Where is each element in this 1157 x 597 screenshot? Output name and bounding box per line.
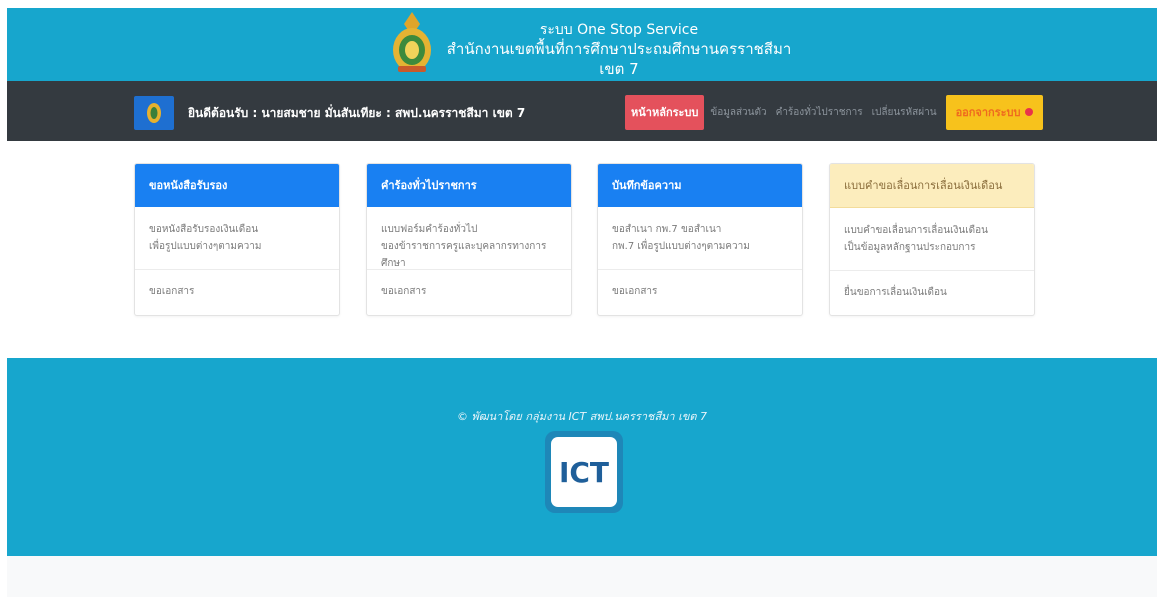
card-title: บันทึกข้อความ [598,164,802,207]
card-link[interactable]: ขอเอกสาร [367,270,571,313]
card-link[interactable]: ขอเอกสาร [598,270,802,313]
nav-link-profile[interactable]: ข้อมูลส่วนตัว [710,105,766,120]
logout-icon [1024,108,1033,116]
site-header: ระบบ One Stop Service สำนักงานเขตพื้นที่… [7,8,1157,81]
nav-link-general-request[interactable]: คำร้องทั่วไปราชการ [776,105,863,120]
card-certificate: ขอหนังสือรับรอง ขอหนังสือรับรองเงินเดือน… [134,163,340,316]
card-body-line: กพ.7 เพื่อรูปแบบต่างๆตามความ [612,241,750,252]
nav-links: หน้าหลักระบบ ข้อมูลส่วนตัว คำร้องทั่วไปร… [625,94,1043,130]
card-body-line: เพื่อรูปแบบต่างๆตามความ [149,241,262,252]
card-title: ขอหนังสือรับรอง [135,164,339,207]
card-body: แบบคำขอเลื่อนการเลื่อนเงินเดือน เป็นข้อม… [830,208,1034,271]
bottom-strip [7,556,1157,597]
card-salary-request: แบบคำขอเลื่อนการเลื่อนเงินเดือน แบบคำขอเ… [829,163,1035,316]
header-title-line1: ระบบ One Stop Service [539,22,699,38]
main-content: ขอหนังสือรับรอง ขอหนังสือรับรองเงินเดือน… [7,141,1157,358]
card-body-line: เป็นข้อมูลหลักฐานประกอบการ [844,242,976,253]
top-navbar: ยินดีต้อนรับ : นายสมชาย มั่นสันเทียะ : ส… [7,81,1157,141]
card-link[interactable]: ยื่นขอการเลื่อนเงินเดือน [830,271,1034,314]
site-footer: © พัฒนาโดย กลุ่มงาน ICT สพป.นครราชสีมา เ… [7,358,1157,556]
card-body-line: แบบฟอร์มคำร้องทั่วไป [381,224,478,235]
user-avatar [134,96,174,130]
card-body-line: ขอสำเนา กพ.7 ขอสำเนา [612,224,722,235]
footer-credit: © พัฒนาโดย กลุ่มงาน ICT สพป.นครราชสีมา เ… [456,410,708,423]
header-title: ระบบ One Stop Service สำนักงานเขตพื้นที่… [439,21,799,79]
welcome-text: ยินดีต้อนรับ : นายสมชาย มั่นสันเทียะ : ส… [188,106,526,120]
nav-home-button[interactable]: หน้าหลักระบบ [625,94,705,130]
card-title: แบบคำขอเลื่อนการเลื่อนเงินเดือน [830,164,1034,208]
card-body-line: แบบคำขอเลื่อนการเลื่อนเงินเดือน [844,225,988,236]
card-link[interactable]: ขอเอกสาร [135,270,339,313]
card-memo: บันทึกข้อความ ขอสำเนา กพ.7 ขอสำเนา กพ.7 … [597,163,803,316]
header-title-line2: สำนักงานเขตพื้นที่การศึกษาประถมศึกษานครร… [446,40,792,78]
card-body: ขอหนังสือรับรองเงินเดือน เพื่อรูปแบบต่าง… [135,207,339,270]
nav-link-change-password[interactable]: เปลี่ยนรหัสผ่าน [872,105,937,120]
card-title: คำร้องทั่วไปราชการ [367,164,571,207]
card-body: แบบฟอร์มคำร้องทั่วไป ของข้าราชการครูและบ… [367,207,571,270]
card-body-line: ของข้าราชการครูและบุคลากรทางการศึกษา [381,241,547,269]
ict-logo-text: ICT [551,437,617,507]
logout-label: ออกจากระบบ [955,105,1021,119]
ict-logo: ICT [545,431,623,513]
card-general-request: คำร้องทั่วไปราชการ แบบฟอร์มคำร้องทั่วไป … [366,163,572,316]
card-body-line: ขอหนังสือรับรองเงินเดือน [149,224,259,235]
card-body: ขอสำเนา กพ.7 ขอสำเนา กพ.7 เพื่อรูปแบบต่า… [598,207,802,270]
logout-button[interactable]: ออกจากระบบ [945,94,1043,130]
emblem-logo [390,10,434,74]
